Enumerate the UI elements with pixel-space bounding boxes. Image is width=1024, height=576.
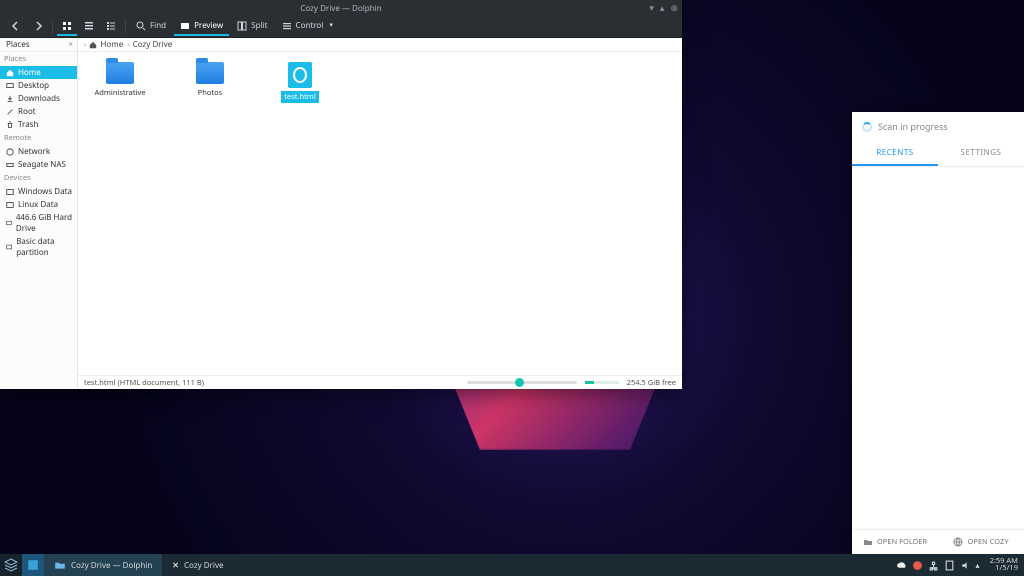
clipboard-icon[interactable] xyxy=(944,560,955,571)
view-icons-button[interactable] xyxy=(57,18,77,36)
sidebar-item-trash[interactable]: Trash xyxy=(0,118,77,131)
section-remote: Remote xyxy=(0,131,77,145)
cozy-drive-panel: Scan in progress RECENTS SETTINGS OPEN F… xyxy=(852,112,1024,554)
disk-free: 254.5 GiB free xyxy=(627,378,676,388)
open-folder-button[interactable]: OPEN FOLDER xyxy=(852,530,938,554)
window-title: Cozy Drive — Dolphin xyxy=(300,3,381,14)
toolbar-separator xyxy=(52,20,53,34)
preview-button[interactable]: Preview xyxy=(174,17,229,36)
sidebar-item-linux-data[interactable]: Linux Data xyxy=(0,198,77,211)
view-details-button[interactable] xyxy=(101,18,121,36)
breadcrumb-home[interactable]: ›Home xyxy=(84,39,123,50)
cozy-status: Scan in progress xyxy=(852,112,1024,141)
tab-settings[interactable]: SETTINGS xyxy=(938,141,1024,166)
sidebar-item-basic-data[interactable]: Basic data partition xyxy=(0,235,77,259)
breadcrumb[interactable]: ›Home ›Cozy Drive xyxy=(78,38,682,52)
open-cozy-button[interactable]: OPEN COZY xyxy=(938,530,1024,554)
tab-recents[interactable]: RECENTS xyxy=(852,141,938,166)
dolphin-window: Cozy Drive — Dolphin ▾ ▴ ⊗ Find Preview … xyxy=(0,0,682,389)
volume-icon[interactable] xyxy=(960,560,971,571)
find-button[interactable]: Find xyxy=(130,17,172,36)
sidebar-item-root[interactable]: Root xyxy=(0,105,77,118)
file-view[interactable]: Administrative Photos test.html xyxy=(78,52,682,375)
zoom-slider[interactable] xyxy=(467,381,577,384)
taskbar-cozy[interactable]: ✕ Cozy Drive xyxy=(162,554,233,576)
folder-icon xyxy=(54,559,66,571)
sidebar-item-home[interactable]: Home xyxy=(0,66,77,79)
split-button[interactable]: Split xyxy=(231,17,273,36)
folder-icon xyxy=(196,62,224,84)
taskbar-dolphin[interactable]: Cozy Drive — Dolphin xyxy=(44,554,162,576)
cozy-tray-icon[interactable] xyxy=(912,560,923,571)
disk-usage-bar xyxy=(585,381,619,384)
status-info: test.html (HTML document, 111 B) xyxy=(84,378,204,388)
sidebar-item-network[interactable]: Network xyxy=(0,145,77,158)
toolbar-separator xyxy=(125,20,126,34)
sidebar-item-windows-data[interactable]: Windows Data xyxy=(0,185,77,198)
folder-administrative[interactable]: Administrative xyxy=(92,62,148,99)
tray-expand-icon[interactable]: ▴ xyxy=(976,560,980,571)
forward-button[interactable] xyxy=(28,18,48,36)
sidebar-item-downloads[interactable]: Downloads xyxy=(0,92,77,105)
minimize-icon[interactable]: ▾ xyxy=(649,1,654,14)
side-tab-places[interactable]: Places × xyxy=(0,38,77,52)
html-file-icon xyxy=(288,62,312,88)
cozy-content xyxy=(852,167,1024,529)
maximize-icon[interactable]: ▴ xyxy=(660,1,665,14)
close-icon[interactable]: × xyxy=(68,39,73,50)
breadcrumb-cozy-drive[interactable]: ›Cozy Drive xyxy=(127,39,172,50)
close-icon: ✕ xyxy=(172,560,179,571)
activity-button[interactable] xyxy=(22,554,44,576)
system-tray[interactable]: ▴ xyxy=(892,560,984,571)
folder-icon xyxy=(863,537,873,547)
window-titlebar[interactable]: Cozy Drive — Dolphin ▾ ▴ ⊗ xyxy=(0,0,682,16)
places-panel: Places × Places Home Desktop Downloads R… xyxy=(0,38,78,389)
section-devices: Devices xyxy=(0,171,77,185)
toolbar: Find Preview Split Control▾ xyxy=(0,16,682,38)
chevron-down-icon: ▾ xyxy=(329,21,333,30)
folder-icon xyxy=(106,62,134,84)
back-button[interactable] xyxy=(6,18,26,36)
close-icon[interactable]: ⊗ xyxy=(670,1,678,14)
cloud-icon[interactable] xyxy=(896,560,907,571)
file-test-html[interactable]: test.html xyxy=(272,62,328,103)
control-menu-button[interactable]: Control▾ xyxy=(276,17,339,36)
clock[interactable]: 2:59 AM 1/5/19 xyxy=(984,558,1024,573)
view-compact-button[interactable] xyxy=(79,18,99,36)
taskbar[interactable]: Cozy Drive — Dolphin ✕ Cozy Drive ▴ 2:59… xyxy=(0,554,1024,576)
folder-photos[interactable]: Photos xyxy=(182,62,238,99)
sidebar-item-desktop[interactable]: Desktop xyxy=(0,79,77,92)
sidebar-item-seagate-nas[interactable]: Seagate NAS xyxy=(0,158,77,171)
section-places: Places xyxy=(0,52,77,66)
app-launcher-button[interactable] xyxy=(0,554,22,576)
spinner-icon xyxy=(862,122,872,132)
network-icon[interactable] xyxy=(928,560,939,571)
sidebar-item-hard-drive[interactable]: 446.6 GiB Hard Drive xyxy=(0,211,77,235)
globe-icon xyxy=(953,537,963,547)
status-bar: test.html (HTML document, 111 B) 254.5 G… xyxy=(78,375,682,389)
